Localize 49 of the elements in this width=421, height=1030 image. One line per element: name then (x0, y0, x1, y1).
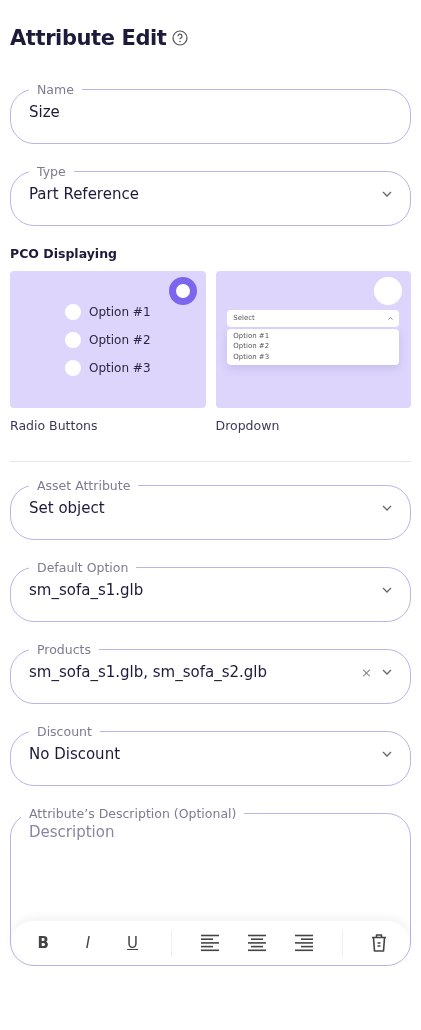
radio-indicator[interactable] (168, 277, 197, 305)
field-label: Attribute’s Description (Optional) (28, 806, 238, 821)
radio-circle-icon (64, 331, 81, 348)
chevron-down-icon[interactable] (382, 587, 392, 593)
underline-button[interactable]: U (123, 934, 143, 952)
field-value: Set object (29, 499, 106, 517)
description-editor[interactable]: Attribute’s Description (Optional) Description B I U (10, 806, 411, 966)
field-value: sm_sofa_s1.glb, sm_sofa_s2.glb (29, 663, 268, 681)
page-title: Attribute Edit (10, 26, 167, 50)
help-icon[interactable] (172, 30, 189, 46)
trash-icon[interactable] (371, 933, 388, 953)
field-value: Part Reference (29, 185, 140, 203)
radio-circle-icon (64, 359, 81, 376)
display-option-card[interactable]: Option #1 Option #2 Option #3 (10, 271, 206, 408)
section-label: PCO Displaying (10, 246, 118, 261)
select-field[interactable]: Default Option sm_sofa_s1.glb (10, 560, 411, 622)
select-field[interactable]: Products sm_sofa_s1.glb, sm_sofa_s2.glb × (10, 642, 411, 704)
chevron-down-icon[interactable] (382, 191, 392, 197)
option-caption: Radio Buttons (10, 418, 99, 433)
field-label: Asset Attribute (36, 478, 132, 493)
select-field[interactable]: Asset Attribute Set object (10, 478, 411, 540)
field-label: Default Option (36, 560, 130, 575)
align-right-icon[interactable] (294, 934, 313, 952)
align-center-icon[interactable] (247, 934, 266, 952)
input-field[interactable]: Name Size (10, 82, 411, 144)
field-label: Discount (36, 724, 93, 739)
field-label: Type (36, 164, 67, 179)
option-label: Option #1 (88, 304, 151, 319)
select-field[interactable]: Discount No Discount (10, 724, 411, 786)
option-caption: Dropdown (215, 418, 281, 433)
field-label: Products (36, 642, 92, 657)
field-value: Size (29, 103, 61, 121)
chevron-down-icon[interactable] (382, 751, 392, 757)
italic-button[interactable]: I (81, 934, 95, 952)
field-value: No Discount (29, 745, 122, 763)
bold-button[interactable]: B (33, 934, 53, 952)
chevron-up-icon (388, 317, 394, 321)
field-value: sm_sofa_s1.glb (29, 581, 145, 599)
field-label: Name (36, 82, 75, 97)
radio-circle-icon (64, 303, 81, 320)
input-field[interactable]: Type Part Reference (10, 164, 411, 226)
option-label: Option #3 (88, 360, 151, 375)
chevron-down-icon[interactable] (382, 669, 392, 675)
chevron-down-icon[interactable] (382, 505, 392, 511)
description-input[interactable]: Description (11, 821, 410, 921)
option-label: Option #2 (88, 332, 151, 347)
clear-button[interactable]: × (361, 664, 372, 680)
radio-indicator[interactable] (374, 277, 402, 305)
align-left-icon[interactable] (200, 934, 219, 952)
